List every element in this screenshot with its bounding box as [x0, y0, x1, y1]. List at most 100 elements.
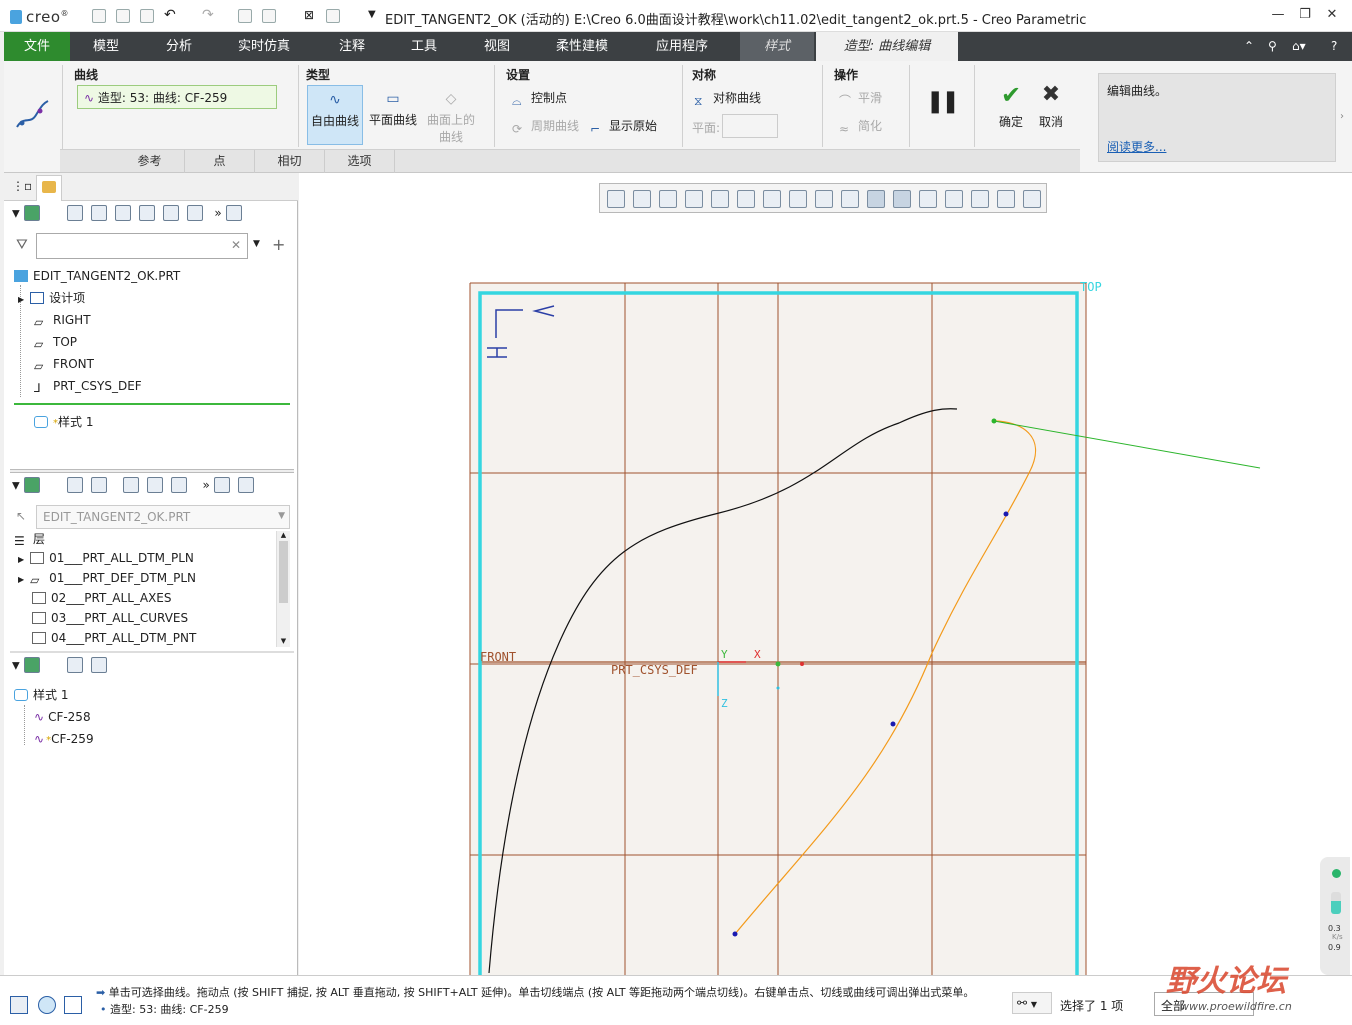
ribbon-scroll-right-icon[interactable]: › — [1340, 111, 1344, 122]
undo-icon[interactable]: ↶ — [164, 7, 176, 23]
layer-item[interactable]: 04___PRT_ALL_DTM_PNT — [32, 628, 196, 648]
columns-icon[interactable] — [115, 205, 132, 221]
control-points-button[interactable]: ⌓ 控制点 — [512, 89, 567, 108]
layer-columns-icon[interactable] — [237, 477, 254, 493]
layer-settings-icon[interactable] — [213, 477, 230, 493]
clear-search-icon[interactable]: ✕ — [231, 238, 241, 252]
more-icon[interactable]: » — [203, 478, 210, 492]
curve-end-point[interactable] — [732, 931, 738, 937]
menu-view[interactable]: 视图 — [467, 32, 527, 61]
more-icon[interactable]: » — [214, 206, 221, 220]
show-original-button[interactable]: ⌐ 显示原始 — [590, 117, 657, 136]
tree-view-icon[interactable] — [91, 477, 108, 493]
smooth-button[interactable]: ⌒ 平滑 — [839, 89, 882, 108]
menu-curve-edit[interactable]: 造型: 曲线编辑 — [816, 32, 958, 61]
simplify-button[interactable]: ≈ 简化 — [839, 117, 882, 136]
curve-collector[interactable]: ∿ 造型: 53: 曲线: CF-259 — [77, 85, 277, 109]
collapse-icon[interactable]: ▼ — [12, 661, 20, 672]
free-curve-button[interactable]: ∿ 自由曲线 — [307, 85, 363, 145]
folder-browser-tab[interactable] — [36, 175, 62, 201]
help-center-icon[interactable]: ⌂▾ — [1292, 39, 1306, 53]
layers-icon[interactable] — [23, 477, 40, 493]
search-icon[interactable]: ⚲ — [1268, 39, 1277, 53]
insert-here-marker[interactable] — [14, 403, 290, 405]
browser-toggle-icon[interactable] — [38, 996, 56, 1014]
tab-tangent[interactable]: 相切 — [255, 150, 325, 173]
style-curve-item[interactable]: ∿ CF-258 — [34, 706, 91, 728]
model-tree-root[interactable]: EDIT_TANGENT2_OK.PRT — [14, 265, 180, 287]
symmetric-curve-button[interactable]: ⧖ 对称曲线 — [694, 89, 761, 108]
plane-field[interactable] — [722, 114, 778, 138]
tree-item-front[interactable]: ▱ FRONT — [34, 353, 94, 375]
show-icon[interactable] — [186, 205, 203, 221]
ok-button[interactable]: ✔ 确定 — [994, 81, 1028, 130]
settings-tree-icon[interactable] — [162, 205, 179, 221]
layer-header[interactable]: ☰ 层 — [14, 528, 45, 550]
menu-annotate[interactable]: 注释 — [322, 32, 382, 61]
model-viewport[interactable]: TOP FRONT PRT_CSYS_DEF X Y Z — [299, 173, 1352, 975]
menu-flexible-modeling[interactable]: 柔性建模 — [544, 32, 620, 61]
tree-item-top[interactable]: ▱ TOP — [34, 331, 77, 353]
model-tree-icon[interactable] — [23, 205, 40, 221]
pause-button[interactable]: ❚❚ — [926, 89, 960, 114]
tree-item-csys[interactable]: ⅃ PRT_CSYS_DEF — [34, 375, 142, 397]
tab-options[interactable]: 选项 — [325, 150, 395, 173]
fullscreen-icon[interactable] — [64, 996, 82, 1014]
layer-item[interactable]: 02___PRT_ALL_AXES — [32, 588, 172, 608]
tree-item-design-items[interactable]: ▶ 设计项 — [18, 287, 85, 309]
expand-icon[interactable]: ▶ — [18, 555, 24, 564]
planar-curve-button[interactable]: ▭ 平面曲线 — [365, 85, 421, 145]
layer-item[interactable]: ▶ 01___PRT_ALL_DTM_PLN — [18, 548, 194, 568]
show-layer-icon[interactable] — [170, 477, 187, 493]
model-tree-tab-icon[interactable]: ⋮▫ — [12, 179, 32, 193]
periodic-curve-button[interactable]: ⟳ 周期曲线 — [512, 117, 579, 136]
scroll-up-icon[interactable]: ▲ — [277, 531, 290, 539]
layer-item[interactable]: 03___PRT_ALL_CURVES — [32, 608, 188, 628]
save-icon[interactable] — [140, 9, 154, 23]
close-window-icon[interactable]: ⊠ — [304, 8, 314, 22]
collapse-ribbon-icon[interactable]: ⌃ — [1244, 39, 1254, 53]
panel-splitter[interactable] — [10, 469, 294, 473]
menu-model[interactable]: 模型 — [76, 32, 136, 61]
add-filter-icon[interactable]: + — [272, 235, 285, 254]
style-tree-icon[interactable] — [23, 657, 40, 673]
find-button[interactable]: ⚯ ▼ — [1012, 992, 1052, 1014]
model-tree-search-input[interactable]: ✕ — [36, 233, 248, 259]
tree-view-icon[interactable] — [91, 205, 108, 221]
graphics-window[interactable]: TOP FRONT PRT_CSYS_DEF X Y Z 0.3 K/s 0.9 — [299, 173, 1352, 975]
select-arrow-icon[interactable]: ↖ — [16, 509, 26, 523]
tree-columns-icon[interactable] — [225, 205, 242, 221]
settings-tree-icon[interactable] — [91, 657, 108, 673]
layer-properties-icon[interactable] — [123, 477, 140, 493]
curve-on-surface-button[interactable]: ◇ 曲面上的 曲线 — [423, 85, 479, 145]
menu-tools[interactable]: 工具 — [394, 32, 454, 61]
minimize-button[interactable]: — — [1268, 7, 1288, 25]
close-button[interactable]: ✕ — [1322, 7, 1342, 25]
expand-icon[interactable]: ▶ — [18, 295, 24, 304]
regenerate-icon[interactable] — [238, 9, 252, 23]
filter-icon[interactable]: ⛛ — [16, 237, 28, 253]
tree-item-style1[interactable]: *样式 1 — [34, 411, 93, 433]
search-options-dropdown-icon[interactable]: ▼ — [253, 239, 260, 249]
scroll-thumb[interactable] — [279, 541, 288, 603]
read-more-link[interactable]: 阅读更多... — [1107, 138, 1166, 155]
menu-simulation[interactable]: 实时仿真 — [229, 32, 299, 61]
menu-analysis[interactable]: 分析 — [149, 32, 209, 61]
interpolation-point[interactable] — [1003, 511, 1009, 517]
help-icon[interactable]: ? — [1331, 39, 1337, 53]
style-curve-item[interactable]: ∿ *CF-259 — [34, 728, 94, 750]
interpolation-point[interactable] — [890, 721, 896, 727]
menu-applications[interactable]: 应用程序 — [642, 32, 722, 61]
collapse-icon[interactable]: ▼ — [12, 209, 20, 220]
menu-style[interactable]: 样式 — [740, 32, 814, 61]
hide-layer-icon[interactable] — [146, 477, 163, 493]
new-file-icon[interactable] — [92, 9, 106, 23]
customize-dropdown-icon[interactable]: ▼ — [368, 9, 376, 20]
active-model-select[interactable]: EDIT_TANGENT2_OK.PRT ▼ — [36, 505, 290, 529]
open-file-icon[interactable] — [116, 9, 130, 23]
filter-tree-icon[interactable] — [67, 657, 84, 673]
list-view-icon[interactable] — [67, 477, 84, 493]
list-view-icon[interactable] — [67, 205, 84, 221]
tab-references[interactable]: 参考 — [115, 150, 185, 173]
tangent-end-point[interactable] — [991, 418, 997, 424]
